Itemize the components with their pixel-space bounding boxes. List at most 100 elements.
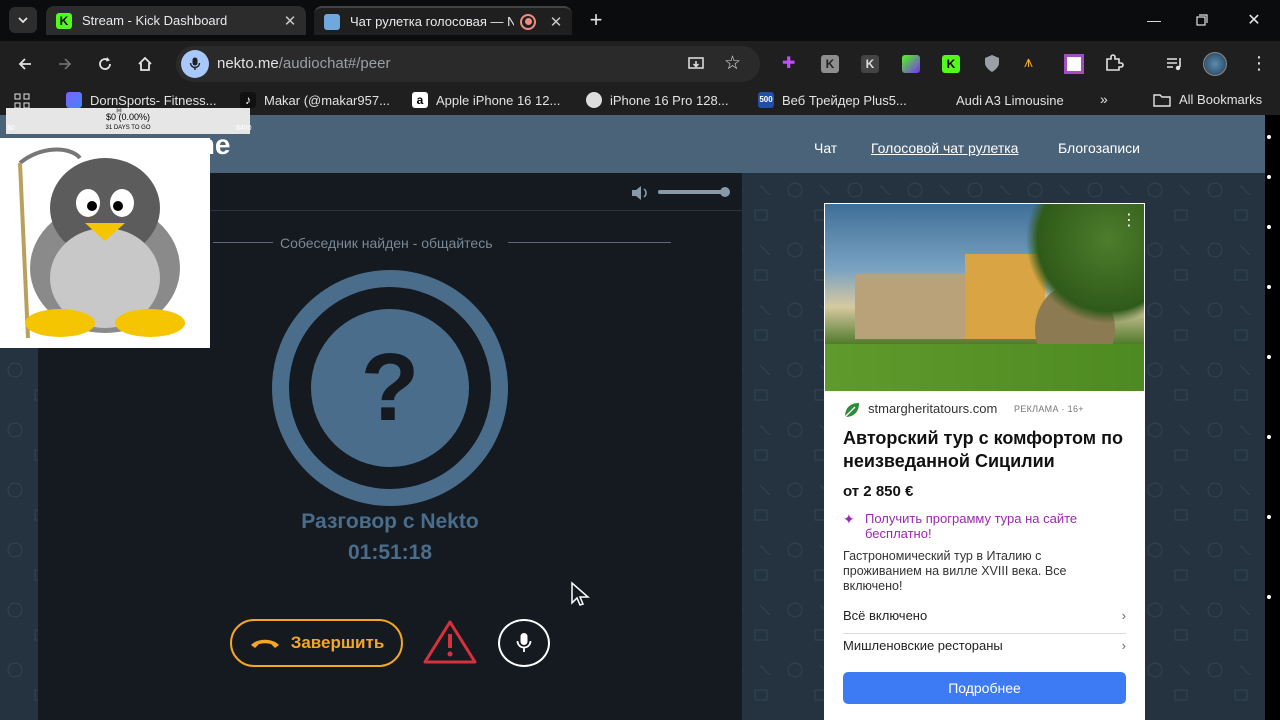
- ad-feature-row[interactable]: Мишленовские рестораны ›: [843, 638, 1126, 664]
- bookmark-audi[interactable]: Audi A3 Limousine: [932, 92, 1064, 108]
- peer-avatar-inner: ?: [311, 309, 469, 467]
- hangup-button[interactable]: Завершить: [230, 619, 403, 667]
- amazon-icon: a: [412, 92, 428, 108]
- install-app-icon[interactable]: [687, 55, 705, 73]
- report-warning-icon[interactable]: [422, 619, 478, 665]
- extension-shield-icon[interactable]: [984, 54, 1000, 73]
- ad-feature-label: Мишленовские рестораны: [843, 638, 1003, 653]
- close-icon: ✕: [1247, 12, 1261, 29]
- volume-slider[interactable]: [658, 187, 730, 197]
- speaker-volume-icon[interactable]: [630, 184, 650, 202]
- advertisement-card[interactable]: ⋮ stmargheritatours.com РЕКЛАМА · 16+ Ав…: [824, 203, 1145, 720]
- nav-link-chat[interactable]: Чат: [814, 140, 837, 156]
- scrollbar-track[interactable]: [1265, 115, 1280, 720]
- tab-close-button[interactable]: ✕: [546, 13, 566, 31]
- minimize-button[interactable]: —: [1141, 7, 1167, 33]
- peer-found-status: Собеседник найден - общайтесь: [280, 235, 493, 251]
- tab-search-button[interactable]: [9, 7, 37, 33]
- apps-grid-icon[interactable]: [14, 93, 30, 109]
- tab-close-button[interactable]: ✕: [280, 12, 300, 30]
- plus-icon: +: [589, 7, 603, 32]
- restore-button[interactable]: [1189, 7, 1215, 33]
- tab-title: Stream - Kick Dashboard: [82, 13, 228, 28]
- recording-icon: [520, 13, 536, 30]
- bookmark-makar[interactable]: ♪ Makar (@makar957...: [240, 92, 390, 108]
- tab-voice-chat[interactable]: Чат рулетка голосовая — N ✕: [314, 6, 572, 35]
- leaf-logo-icon: [844, 403, 859, 418]
- reload-button[interactable]: [92, 51, 118, 77]
- extension-square-icon[interactable]: [1064, 54, 1084, 74]
- ad-description: Гастрономический тур в Италию с проживан…: [843, 549, 1067, 593]
- stream-overlay-widget: Ⓜ $0 (0.00%) 31 DAYS TO GO $0 $400: [0, 108, 252, 348]
- call-title: Разговор с Nekto: [301, 510, 479, 533]
- restore-icon: [1196, 14, 1208, 26]
- ad-options-icon[interactable]: ⋮: [1121, 210, 1137, 230]
- bookmark-label: Веб Трейдер Plus5...: [782, 92, 907, 108]
- browser-tab-strip: K Stream - Kick Dashboard ✕ Чат рулетка …: [0, 0, 1280, 41]
- extensions-puzzle-icon[interactable]: [1104, 53, 1124, 73]
- tiktok-icon: ♪: [240, 92, 256, 108]
- close-window-button[interactable]: ✕: [1241, 7, 1267, 33]
- profile-avatar[interactable]: [1203, 52, 1227, 76]
- extension-k-gray-icon[interactable]: K: [821, 55, 839, 73]
- tab-kick-dashboard[interactable]: K Stream - Kick Dashboard ✕: [46, 6, 306, 35]
- ad-headline[interactable]: Авторский тур с комфортом по неизведанно…: [843, 427, 1133, 473]
- ad-more-button[interactable]: Подробнее: [843, 672, 1126, 704]
- nav-link-blog[interactable]: Блогозаписи: [1058, 140, 1140, 156]
- ad-feature-label: Всё включено: [843, 608, 928, 623]
- all-bookmarks-label: All Bookmarks: [1179, 92, 1263, 107]
- bookmark-web-trader[interactable]: 500 Веб Трейдер Plus5...: [758, 92, 907, 108]
- more-bookmarks-chevron-icon[interactable]: »: [1100, 91, 1108, 107]
- ad-feature-row[interactable]: Всё включено ›: [843, 608, 1126, 634]
- bookmark-label: DornSports- Fitness...: [90, 92, 217, 108]
- all-bookmarks-folder[interactable]: All Bookmarks: [1153, 92, 1262, 107]
- extension-kick-dark-icon[interactable]: K: [861, 55, 879, 73]
- dornsports-icon: [66, 92, 82, 108]
- ad-price: от 2 850 €: [843, 483, 914, 500]
- folder-icon: [1153, 93, 1171, 107]
- volume-slider-handle[interactable]: [719, 187, 730, 197]
- reload-icon: [99, 57, 111, 70]
- status-divider-right: [508, 242, 671, 243]
- new-tab-button[interactable]: +: [583, 7, 609, 33]
- back-button[interactable]: [12, 51, 38, 77]
- goal-min-value: $0: [7, 125, 15, 132]
- phone-hangup-icon: [250, 639, 279, 648]
- chevron-down-icon: [18, 17, 28, 24]
- address-bar[interactable]: nekto.me/audiochat#/peer ☆: [176, 46, 760, 82]
- microphone-button[interactable]: [498, 619, 550, 667]
- ad-more-button-label: Подробнее: [948, 680, 1021, 696]
- bookmark-iphone-pro[interactable]: iPhone 16 Pro 128...: [586, 92, 729, 108]
- home-button[interactable]: [132, 51, 158, 77]
- arrow-left-icon: [18, 58, 31, 70]
- penguin-reaper-icon: [18, 147, 185, 339]
- menu-kebab-icon[interactable]: ⋮: [1250, 53, 1268, 74]
- bookmark-apple-iphone[interactable]: a Apple iPhone 16 12...: [412, 92, 560, 108]
- minimize-icon: —: [1147, 12, 1161, 28]
- arrow-right-icon: [59, 58, 72, 70]
- bookmark-label: Makar (@makar957...: [264, 92, 390, 108]
- forward-button[interactable]: [52, 51, 78, 77]
- audi-icon: [932, 92, 948, 108]
- ad-domain[interactable]: stmargheritatours.com: [868, 401, 997, 416]
- chevron-right-icon: ›: [1121, 638, 1126, 653]
- tab-title: Чат рулетка голосовая — N: [350, 14, 514, 29]
- star-bookmark-icon[interactable]: ☆: [724, 52, 741, 75]
- extension-fire-icon[interactable]: ⩚: [1024, 54, 1033, 72]
- media-controls-icon[interactable]: [1165, 54, 1185, 74]
- kick-logo-icon: K: [56, 12, 72, 29]
- extension-kick-green-icon[interactable]: K: [942, 55, 960, 73]
- microphone-permission-icon[interactable]: [181, 50, 209, 78]
- chevron-right-icon: ›: [1121, 608, 1126, 623]
- extension-kick-rainbow-icon[interactable]: [902, 55, 920, 73]
- goal-progress-label: $0 (0.00%): [105, 112, 151, 122]
- bookmark-dornsports[interactable]: DornSports- Fitness...: [66, 92, 216, 108]
- trader-icon: 500: [758, 92, 774, 108]
- bookmark-label: Apple iPhone 16 12...: [436, 92, 561, 108]
- ad-villa-image: ⋮: [825, 204, 1144, 391]
- call-timer: 01:51:18: [347, 541, 433, 564]
- nav-link-voice-chat[interactable]: Голосовой чат рулетка: [871, 140, 1018, 156]
- ad-marker: РЕКЛАМА · 16+: [1014, 404, 1084, 414]
- ad-cta-link[interactable]: Получить программу тура на сайте бесплат…: [865, 511, 1105, 541]
- extension-purple-icon[interactable]: ✚: [782, 56, 798, 72]
